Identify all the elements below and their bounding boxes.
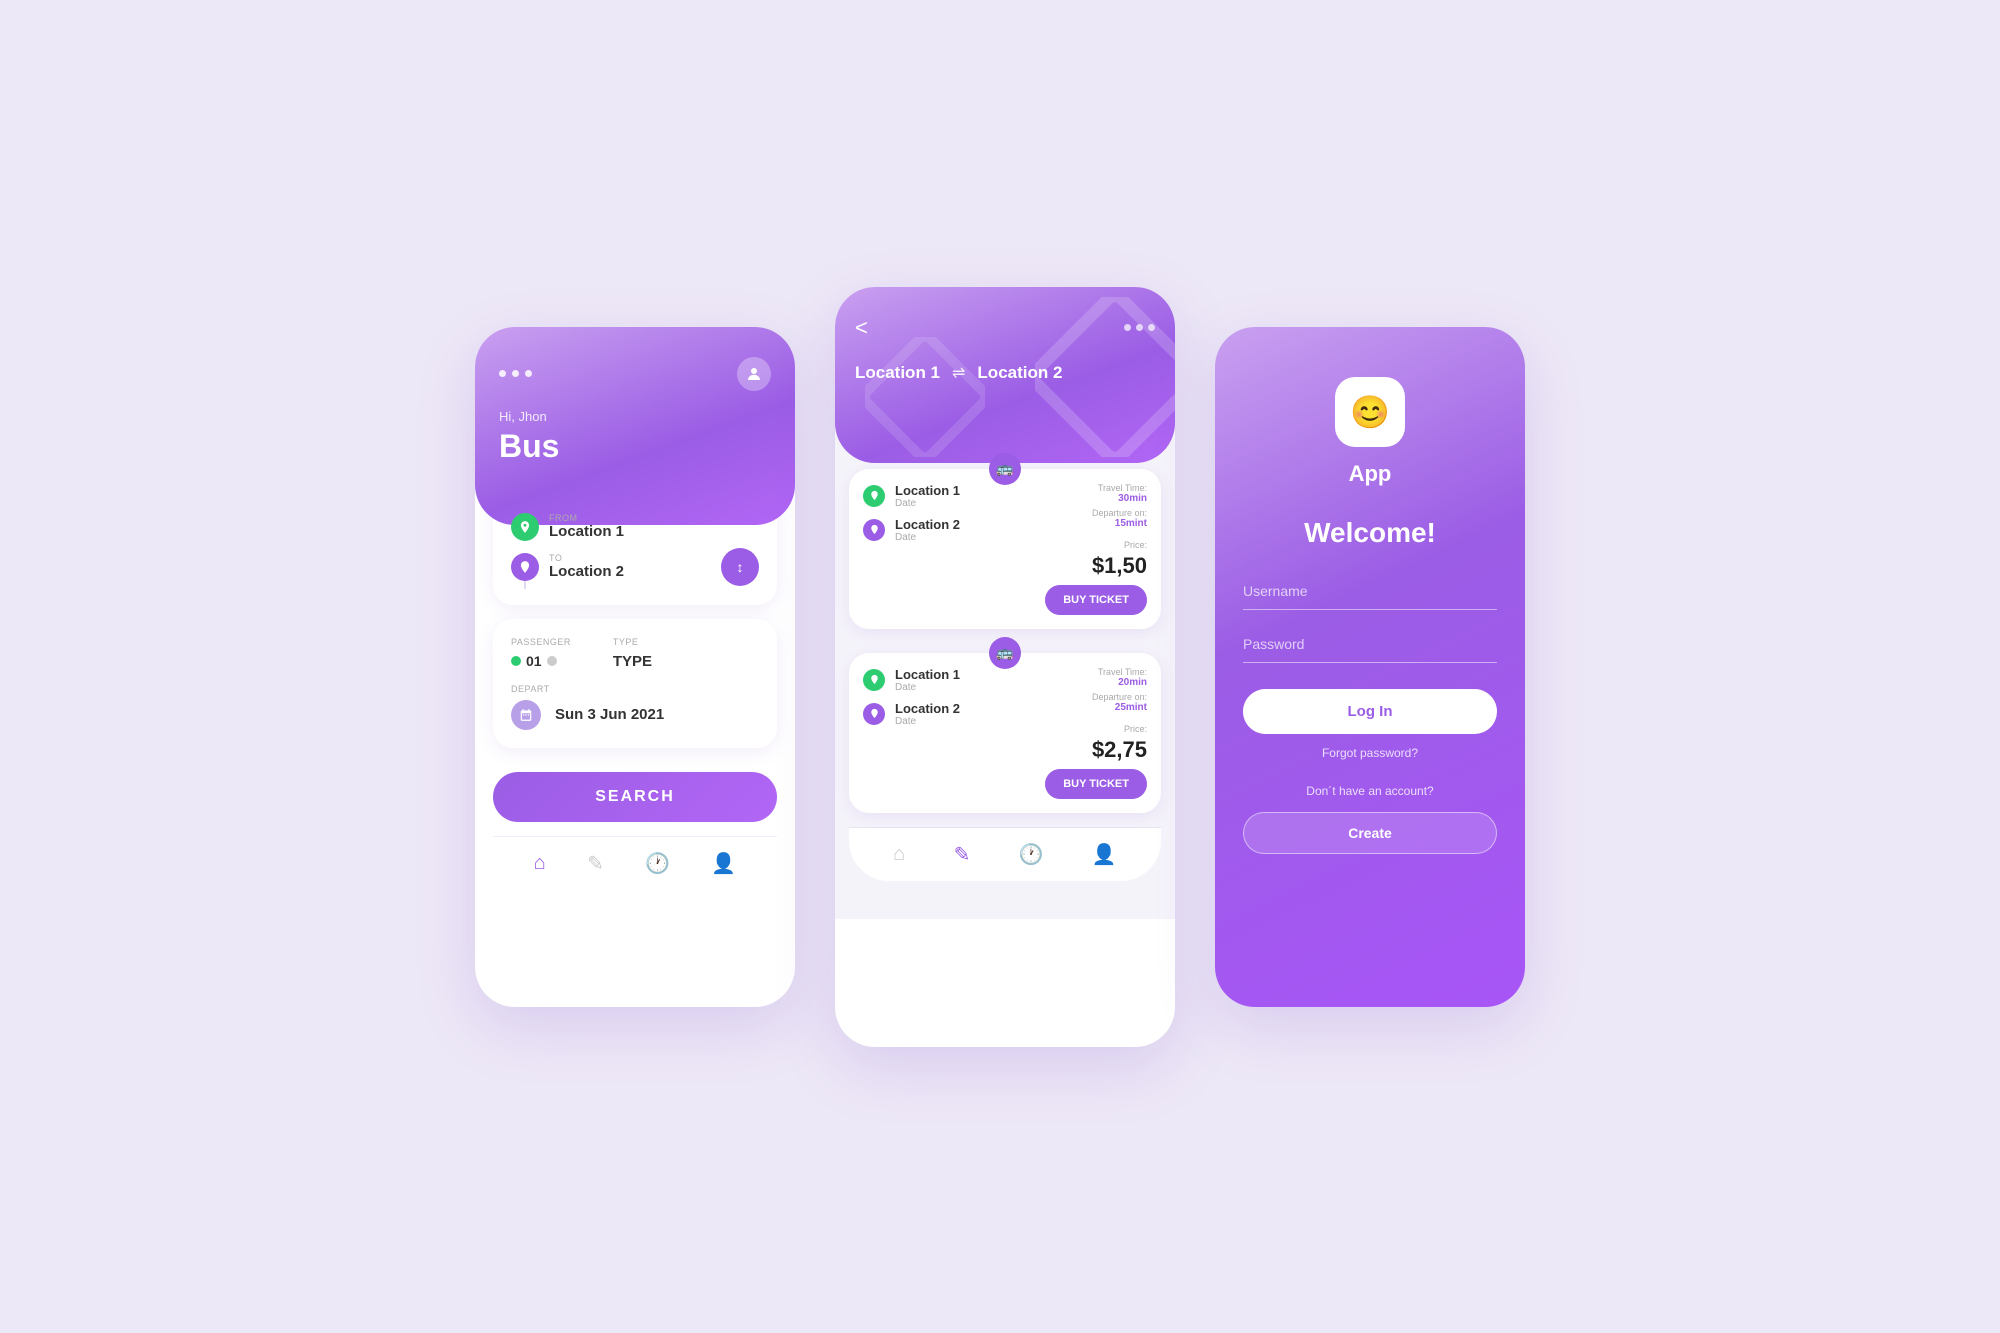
ticket-2-info: Travel Time: 20min Departure on: 25mint … [1045,667,1147,799]
app-logo-icon: 😊 [1335,377,1405,447]
diamond-decor-2 [865,337,985,457]
ticket-2-to-icon [863,703,885,725]
ticket-1-route: Location 1 Date Location 2 Date [863,483,960,543]
password-input[interactable] [1243,626,1497,663]
to-label: TO [549,553,624,563]
ticket-1-locs: Location 1 Date Location 2 Date [895,483,960,543]
depart-row: Sun 3 Jun 2021 [511,700,759,730]
screen-bus-search: Hi, Jhon Bus FROM Location 1 [475,327,795,1007]
bus-icon-2: 🚌 [989,637,1021,669]
to-icon [511,553,539,581]
ticket-1-loc1: Location 1 Date [895,483,960,509]
passenger-count: 01 [526,653,542,669]
ticket-2-loc2: Location 2 Date [895,701,960,727]
create-account-button[interactable]: Create [1243,812,1497,854]
app-logo-section: 😊 App [1215,327,1525,497]
avatar-icon[interactable] [737,357,771,391]
top-bar [499,357,771,391]
pdot-green [511,656,521,666]
buy-ticket-btn-1[interactable]: BUY TICKET [1045,585,1147,615]
nav2-edit-icon[interactable]: ✎ [954,842,971,867]
ticket-1-to-icon [863,519,885,541]
search-button[interactable]: SEARCH [493,772,777,822]
diamond-decor-1 [1035,297,1175,457]
ticket-1-info: Travel Time: 30min Departure on: 15mint … [1045,483,1147,615]
pdot-gray [547,656,557,666]
header: Hi, Jhon Bus [475,327,795,525]
nav-edit-icon[interactable]: ✎ [587,851,604,876]
bottom-nav: ⌂ ✎ 🕐 👤 [493,836,777,890]
passenger-count-row: 01 [511,653,571,669]
buy-ticket-btn-2[interactable]: BUY TICKET [1045,769,1147,799]
passenger-type-row: PASSENGER 01 TYPE TYPE [511,637,759,670]
ticket-2-locs: Location 1 Date Location 2 Date [895,667,960,727]
nav-home-icon[interactable]: ⌂ [534,852,546,875]
screen-login: 😊 App Welcome! Log In Forgot password? D… [1215,327,1525,1007]
page-title: Bus [499,428,771,465]
trip-details-card: PASSENGER 01 TYPE TYPE DEPART [493,619,777,748]
bus-icon-1: 🚌 [989,453,1021,485]
app-name: App [1349,461,1392,487]
ticket-1-icons [863,483,885,541]
location-card: FROM Location 1 TO Location 2 ↕ [493,489,777,605]
to-row: TO Location 2 ↕ [511,547,759,587]
to-value: Location 2 [549,563,624,580]
screen-ticket-results: < Location 1 ⇌ Location 2 🚌 [835,287,1175,1047]
depart-date: Sun 3 Jun 2021 [555,706,664,723]
ticket-2-from-icon [863,669,885,691]
from-value: Location 1 [549,523,624,540]
passenger-section: PASSENGER 01 [511,637,571,669]
no-account-text: Don´t have an account? [1243,784,1497,798]
passenger-label: PASSENGER [511,637,571,647]
nav-clock-icon[interactable]: 🕐 [645,851,670,876]
ticket-2-route: Location 1 Date Location 2 Date [863,667,960,727]
login-button[interactable]: Log In [1243,689,1497,734]
map-header: < Location 1 ⇌ Location 2 [835,287,1175,463]
depart-section: DEPART Sun 3 Jun 2021 [511,684,759,730]
ticket-1-from-icon [863,485,885,507]
from-icon [511,513,539,541]
nav2-user-icon[interactable]: 👤 [1092,842,1117,867]
search-body: FROM Location 1 TO Location 2 ↕ [475,489,795,906]
from-label: FROM [549,513,624,523]
depart-label: DEPART [511,684,759,694]
type-section: TYPE TYPE [613,637,652,670]
greeting-text: Hi, Jhon [499,409,771,424]
to-info: TO Location 2 [549,553,624,580]
bottom-nav-2: ⌂ ✎ 🕐 👤 [849,827,1161,881]
nav2-clock-icon[interactable]: 🕐 [1019,842,1044,867]
depart-icon [511,700,541,730]
username-input[interactable] [1243,573,1497,610]
nav2-home-icon[interactable]: ⌂ [893,843,905,866]
menu-dots[interactable] [499,370,532,377]
from-info: FROM Location 1 [549,513,624,540]
ticket-1-loc2: Location 2 Date [895,517,960,543]
type-label: TYPE [613,637,652,647]
swap-button[interactable]: ↕ [721,548,759,586]
ticket-card-2: 🚌 Location 1 [849,653,1161,813]
type-value: TYPE [613,653,652,670]
ticket-2-icons [863,667,885,725]
ticket-2-loc1: Location 1 Date [895,667,960,693]
ticket-card-1: 🚌 Location 1 [849,469,1161,629]
login-section: Welcome! Log In Forgot password? Don´t h… [1215,497,1525,874]
screens-container: Hi, Jhon Bus FROM Location 1 [200,287,1800,1047]
welcome-text: Welcome! [1243,517,1497,549]
forgot-password-link[interactable]: Forgot password? [1243,746,1497,760]
nav-user-icon[interactable]: 👤 [711,851,736,876]
results-body: 🚌 Location 1 [835,419,1175,919]
from-row: FROM Location 1 [511,507,759,547]
